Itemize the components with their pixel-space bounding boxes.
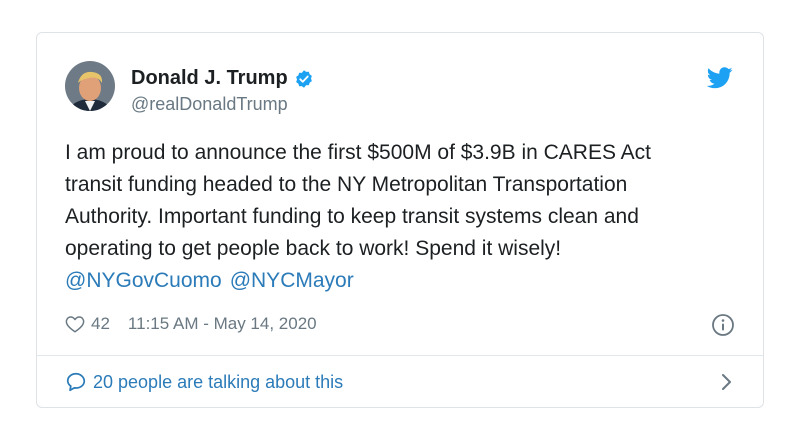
like-count[interactable]: 42: [91, 314, 110, 334]
avatar[interactable]: [65, 61, 115, 111]
tweet-text-line: transit funding headed to the NY Metropo…: [65, 173, 628, 196]
conversation-text: 20 people are talking about this: [93, 371, 344, 392]
mention-link-nygovcuomo[interactable]: @NYGovCuomo: [65, 265, 222, 297]
speech-bubble-icon: [66, 372, 86, 392]
info-icon[interactable]: [711, 313, 735, 337]
tweet-text: I am proud to announce the first $500M o…: [65, 137, 745, 265]
author-name-text: Donald J. Trump: [131, 67, 288, 89]
verified-badge-icon: [295, 69, 312, 88]
tweet-meta: 42 11:15 AM - May 14, 2020: [65, 314, 317, 334]
conversation-link[interactable]: 20 people are talking about this: [65, 367, 735, 397]
tweet-timestamp[interactable]: 11:15 AM - May 14, 2020: [128, 314, 317, 334]
author-name[interactable]: Donald J. Trump: [131, 67, 314, 90]
tweet-text-line: I am proud to announce the first $500M o…: [65, 141, 652, 164]
twitter-bird-icon[interactable]: [707, 67, 733, 89]
heart-icon[interactable]: [65, 315, 85, 333]
divider: [37, 355, 763, 356]
profile-photo-icon: [65, 61, 115, 111]
chevron-right-icon: [722, 374, 731, 390]
tweet-text-line: Authority. Important funding to keep tra…: [65, 205, 639, 228]
tweet-mentions: @NYGovCuomo @NYCMayor: [65, 265, 354, 297]
tweet-card: Donald J. Trump @realDonaldTrump I am pr…: [36, 32, 764, 408]
mention-link-nycmayor[interactable]: @NYCMayor: [230, 265, 354, 297]
author-handle[interactable]: @realDonaldTrump: [131, 94, 288, 115]
tweet-text-line: operating to get people back to work! Sp…: [65, 237, 562, 260]
